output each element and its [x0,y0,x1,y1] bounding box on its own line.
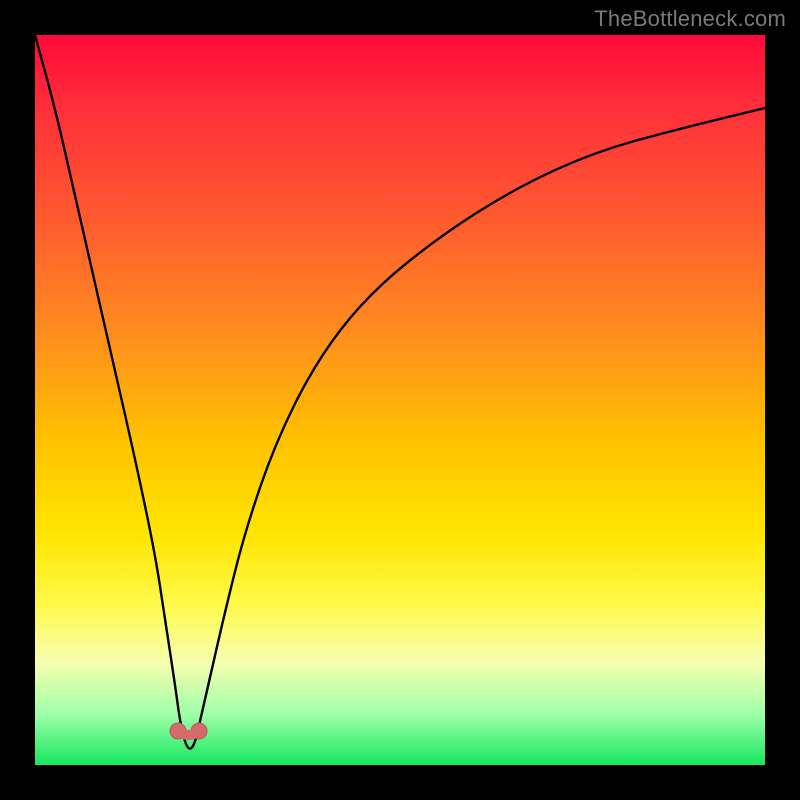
min-marker-connector [178,731,199,735]
plot-area [35,35,765,765]
chart-frame: TheBottleneck.com [0,0,800,800]
watermark-text: TheBottleneck.com [594,6,786,32]
bottleneck-curve-path [35,35,765,749]
curve-svg [35,35,765,765]
